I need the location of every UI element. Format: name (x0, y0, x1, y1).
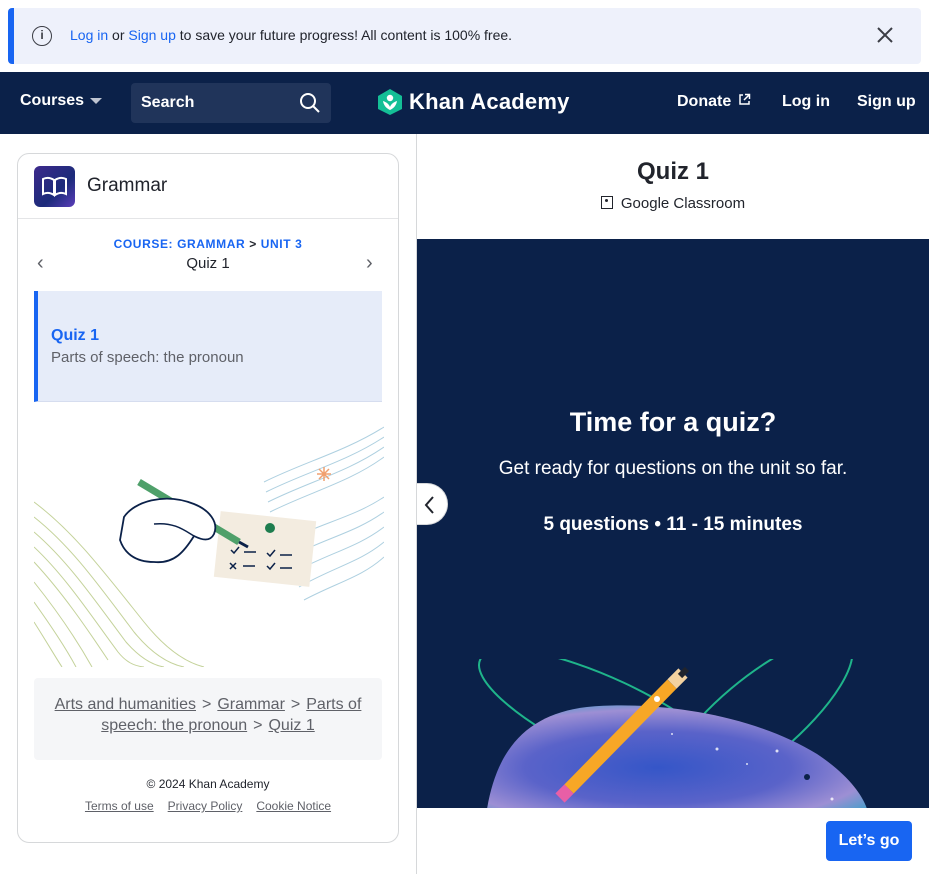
breadcrumb-separator: > (202, 696, 212, 713)
courses-label: Courses (20, 92, 85, 109)
planet-pencil-illustration (477, 659, 867, 808)
current-item-title: Quiz 1 (186, 255, 230, 272)
breadcrumb: Arts and humanities > Grammar > Parts of spe… (34, 678, 382, 760)
google-classroom-button[interactable]: Google Classroom (417, 195, 929, 212)
quiz-meta: 5 questions • 11 - 15 minutes (543, 514, 803, 535)
quiz-heading: Time for a quiz? (569, 407, 777, 437)
terms-link[interactable]: Terms of use (85, 799, 154, 813)
banner-login-link[interactable]: Log in (70, 27, 108, 43)
page-title: Quiz 1 (636, 158, 709, 185)
sidebar-item-title: Quiz 1 (51, 327, 100, 344)
logo-text: Khan Academy (409, 89, 570, 114)
breadcrumb-separator: > (290, 696, 301, 713)
header-signup-link[interactable]: Sign up (857, 93, 916, 111)
quiz-illustration (34, 426, 384, 667)
top-nav: Courses Khan Academy Donate Log in Sign … (0, 72, 929, 134)
breadcrumb-separator: > (253, 717, 263, 734)
banner-message: Log in or Sign up to save your future pr… (70, 27, 512, 43)
course-header: Grammar (18, 154, 398, 219)
book-icon (34, 166, 75, 207)
search-icon[interactable] (299, 92, 321, 114)
breadcrumb-quiz-link[interactable]: Quiz 1 (268, 717, 314, 734)
course-sidebar: Grammar COURSE: GRAMMAR > UNIT 3 ‹ Quiz … (17, 153, 399, 843)
course-title[interactable]: Grammar (87, 175, 167, 197)
khan-academy-logo[interactable]: Khan Academy (377, 88, 570, 116)
sidebar-item-subtitle: Parts of speech: the pronoun (51, 349, 244, 366)
sidebar-item-quiz-1[interactable]: Quiz 1 Parts of speech: the pronoun (34, 291, 382, 402)
courses-menu-button[interactable]: Courses (20, 92, 103, 110)
banner-signup-link[interactable]: Sign up (128, 27, 175, 43)
search-input[interactable] (131, 83, 291, 123)
privacy-link[interactable]: Privacy Policy (168, 799, 243, 813)
footer-links: Terms of use Privacy Policy Cookie Notice (18, 799, 398, 813)
crumb-course-link[interactable]: COURSE: GRAMMAR (114, 237, 246, 251)
chevron-left-icon (424, 496, 434, 514)
header-login-link[interactable]: Log in (782, 93, 830, 111)
breadcrumb-arts-link[interactable]: Arts and humanities (55, 696, 196, 713)
info-icon: i (32, 26, 52, 46)
lets-go-button[interactable]: Let’s go (826, 821, 912, 861)
banner-or-text: or (108, 27, 129, 43)
external-link-icon (738, 93, 750, 105)
quiz-prompt: Get ready for questions on the unit so f… (498, 458, 848, 479)
collapse-sidebar-button[interactable] (417, 483, 448, 525)
google-classroom-icon (600, 196, 613, 209)
breadcrumb-grammar-link[interactable]: Grammar (217, 696, 285, 713)
quiz-intro-panel: Time for a quiz? Get ready for questions… (417, 239, 929, 808)
chevron-down-icon (90, 97, 103, 104)
copyright-text: © 2024 Khan Academy (146, 777, 270, 791)
signup-banner: i Log in or Sign up to save your future … (8, 8, 921, 64)
close-icon[interactable] (875, 25, 895, 45)
next-arrow-icon[interactable]: › (366, 253, 373, 273)
cookie-link[interactable]: Cookie Notice (256, 799, 331, 813)
crumb-unit-link[interactable]: UNIT 3 (261, 237, 303, 251)
donate-label: Donate (677, 93, 732, 110)
khan-leaf-logo-icon (378, 89, 402, 115)
banner-message-text: to save your future progress! All conten… (175, 27, 513, 43)
search-box (131, 83, 331, 123)
google-classroom-label: Google Classroom (620, 195, 746, 212)
course-unit-breadcrumb: COURSE: GRAMMAR > UNIT 3 (18, 237, 398, 251)
crumb-separator: > (245, 237, 261, 251)
donate-link[interactable]: Donate (677, 93, 751, 111)
